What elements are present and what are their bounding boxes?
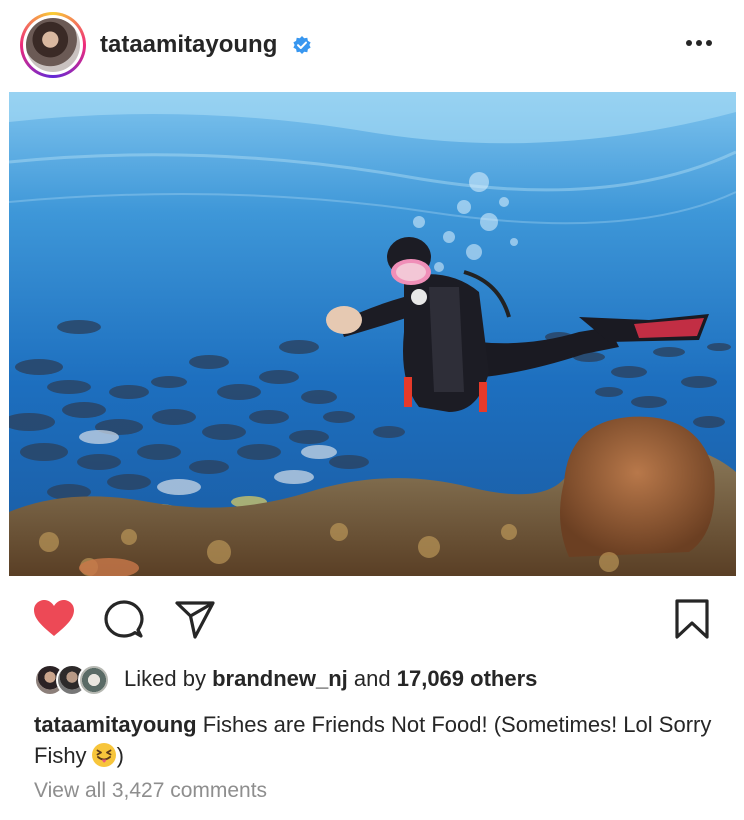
caption-username[interactable]: tataamitayoung: [34, 712, 197, 737]
more-options-icon[interactable]: [682, 28, 716, 58]
post-photo[interactable]: [9, 92, 736, 576]
likes-count[interactable]: 17,069 others: [397, 666, 538, 691]
caption-text-end: ): [116, 743, 124, 768]
likes-middle: and: [353, 666, 391, 691]
profile-avatar[interactable]: [20, 12, 86, 78]
view-all-comments-link[interactable]: View all 3,427 comments: [34, 779, 267, 803]
verified-badge-icon: [293, 36, 311, 54]
comment-icon[interactable]: [104, 600, 144, 640]
heart-filled-icon[interactable]: [32, 598, 76, 638]
post-username[interactable]: tataamitayoung: [100, 31, 277, 59]
post-caption: tataamitayoung Fishes are Friends Not Fo…: [34, 709, 724, 771]
share-icon[interactable]: [174, 600, 216, 640]
bookmark-icon[interactable]: [674, 598, 710, 640]
likes-prefix: Liked by: [124, 666, 206, 691]
post-header: tataamitayoung: [0, 0, 744, 90]
post-actions-bar: [0, 592, 744, 648]
likes-text: Liked by brandnew_nj and 17,069 others: [124, 666, 537, 692]
squinting-tongue-emoji-icon: [91, 743, 116, 767]
liked-by-user[interactable]: brandnew_nj: [212, 666, 348, 691]
liker-avatar: [78, 664, 110, 696]
avatar-image: [26, 18, 80, 72]
likes-summary[interactable]: Liked by brandnew_nj and 17,069 others: [34, 662, 734, 698]
